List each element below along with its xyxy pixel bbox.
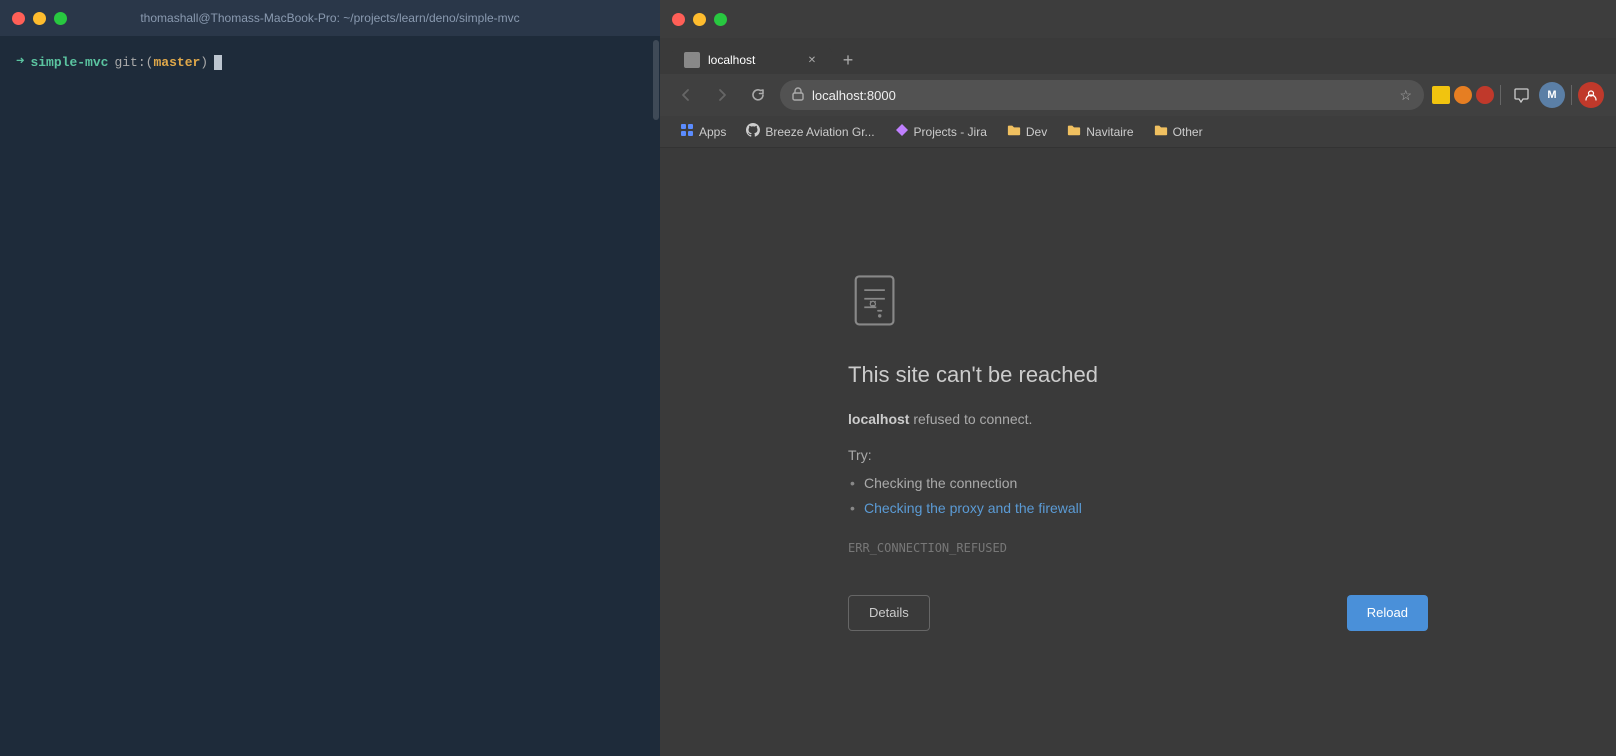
bookmark-jira[interactable]: Projects - Jira: [887, 119, 995, 144]
error-try-label: Try:: [848, 447, 1428, 463]
error-host: localhost: [848, 411, 909, 427]
suggestion-connection: Checking the connection: [864, 471, 1428, 496]
star-icon[interactable]: ☆: [1399, 87, 1412, 104]
reload-button[interactable]: [744, 81, 772, 109]
prompt-arrow: ➜: [16, 52, 24, 73]
toolbar-divider: [1500, 85, 1501, 105]
orange-icon[interactable]: [1454, 86, 1472, 104]
terminal-title: thomashall@Thomass-MacBook-Pro: ~/projec…: [140, 11, 519, 25]
toolbar-divider-2: [1571, 85, 1572, 105]
user-avatar-btn[interactable]: M: [1539, 82, 1565, 108]
browser-panel: localhost ✕ + localhost:8000 ☆: [660, 0, 1616, 756]
suggestion-proxy-link[interactable]: Checking the proxy and the firewall: [864, 500, 1082, 516]
bookmark-navitaire-label: Navitaire: [1086, 125, 1133, 139]
terminal-maximize-button[interactable]: [54, 12, 67, 25]
bookmark-github[interactable]: Breeze Aviation Gr...: [738, 119, 882, 144]
terminal-cursor: [214, 55, 222, 70]
url-bar[interactable]: localhost:8000 ☆: [780, 80, 1424, 110]
other-folder-icon: [1154, 123, 1168, 140]
error-subtitle: localhost refused to connect.: [848, 408, 1428, 430]
toolbar-right: M: [1432, 81, 1604, 109]
error-actions: Details Reload: [848, 595, 1428, 631]
git-label: git:: [114, 55, 145, 70]
terminal-prompt-line: ➜ simple-mvc git:(master): [16, 52, 644, 73]
browser-maximize-button[interactable]: [714, 13, 727, 26]
new-tab-button[interactable]: +: [834, 46, 862, 74]
back-button[interactable]: [672, 81, 700, 109]
forward-button[interactable]: [708, 81, 736, 109]
dev-folder-icon: [1007, 123, 1021, 140]
browser-titlebar: [660, 0, 1616, 38]
github-icon: [746, 123, 760, 140]
terminal-titlebar: thomashall@Thomass-MacBook-Pro: ~/projec…: [0, 0, 660, 36]
lock-icon: [792, 87, 804, 104]
terminal-scrollbar[interactable]: [652, 36, 660, 756]
url-text: localhost:8000: [812, 88, 1391, 103]
browser-minimize-button[interactable]: [693, 13, 706, 26]
yellow-icon[interactable]: [1432, 86, 1450, 104]
terminal-minimize-button[interactable]: [33, 12, 46, 25]
bookmarks-bar: Apps Breeze Aviation Gr... Projects - Ji…: [660, 116, 1616, 148]
details-button[interactable]: Details: [848, 595, 930, 631]
prompt-directory: simple-mvc: [30, 53, 108, 73]
chat-icon-btn[interactable]: [1507, 81, 1535, 109]
bookmark-dev[interactable]: Dev: [999, 119, 1055, 144]
terminal-scrollbar-thumb: [653, 40, 659, 120]
tab-title: localhost: [708, 53, 755, 67]
error-subtitle-rest: refused to connect.: [909, 411, 1032, 427]
terminal-body[interactable]: ➜ simple-mvc git:(master): [0, 36, 660, 756]
reload-button[interactable]: Reload: [1347, 595, 1428, 631]
active-tab[interactable]: localhost ✕: [672, 46, 832, 74]
suggestion-proxy: Checking the proxy and the firewall: [864, 496, 1428, 521]
error-container: This site can't be reached localhost ref…: [848, 273, 1428, 595]
git-close: ): [200, 55, 208, 70]
terminal-close-button[interactable]: [12, 12, 25, 25]
tab-bar: localhost ✕ +: [660, 38, 1616, 74]
browser-traffic-lights: [672, 13, 727, 26]
bookmark-apps-label: Apps: [699, 125, 726, 139]
terminal-panel: thomashall@Thomass-MacBook-Pro: ~/projec…: [0, 0, 660, 756]
error-title: This site can't be reached: [848, 362, 1428, 388]
browser-close-button[interactable]: [672, 13, 685, 26]
git-branch: master: [153, 55, 200, 70]
bookmark-other[interactable]: Other: [1146, 119, 1211, 144]
address-bar: localhost:8000 ☆ M: [660, 74, 1616, 116]
tab-close-button[interactable]: ✕: [804, 52, 820, 68]
jira-diamond-icon: [895, 123, 909, 140]
bookmark-apps[interactable]: Apps: [672, 119, 734, 144]
user-avatar-red-btn[interactable]: [1578, 82, 1604, 108]
navitaire-folder-icon: [1067, 123, 1081, 140]
bookmark-jira-label: Projects - Jira: [914, 125, 987, 139]
red-icon[interactable]: [1476, 86, 1494, 104]
apps-grid-icon: [680, 123, 694, 140]
bookmark-other-label: Other: [1173, 125, 1203, 139]
bookmark-dev-label: Dev: [1026, 125, 1047, 139]
bookmark-navitaire[interactable]: Navitaire: [1059, 119, 1141, 144]
error-code: ERR_CONNECTION_REFUSED: [848, 541, 1428, 555]
error-suggestions-list: Checking the connection Checking the pro…: [848, 471, 1428, 521]
error-page-icon: [848, 273, 908, 333]
prompt-git-label: git:(master): [114, 53, 208, 73]
browser-content: This site can't be reached localhost ref…: [660, 148, 1616, 756]
bookmark-github-label: Breeze Aviation Gr...: [765, 125, 874, 139]
tab-favicon: [684, 52, 700, 68]
